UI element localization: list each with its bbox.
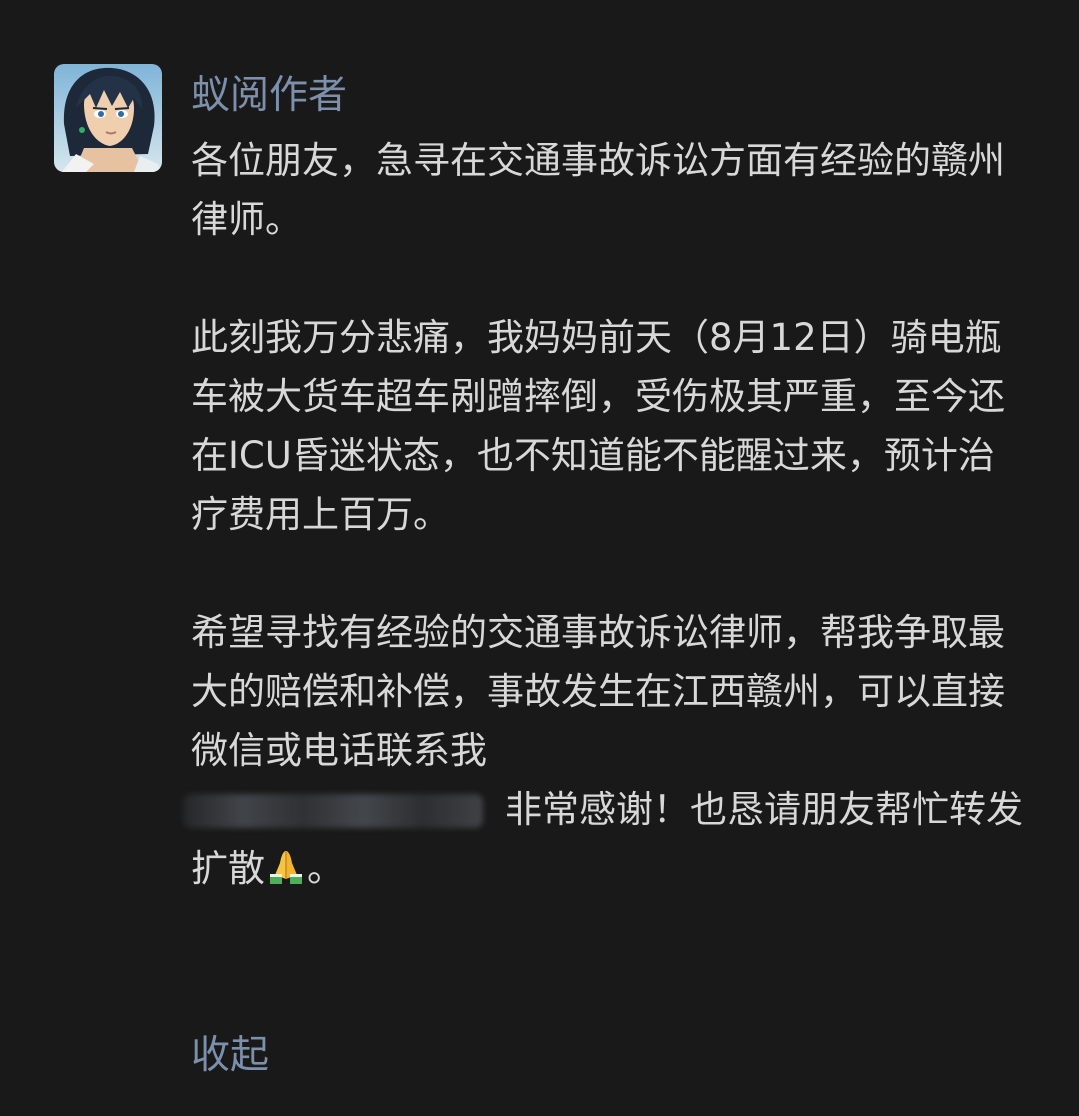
paragraph-request: 各位朋友，急寻在交通事故诉讼方面有经验的赣州律师。 [191, 139, 1005, 241]
paragraph-contact: 希望寻找有经验的交通事故诉讼律师，帮我争取最大的赔偿和补偿，事故发生在江西赣州，… [183, 603, 1031, 902]
folded-hands-icon [265, 843, 307, 902]
post-content: 各位朋友，急寻在交通事故诉讼方面有经验的赣州律师。 此刻我万分悲痛，我妈妈前天（… [183, 131, 1031, 902]
redacted-phone-number [183, 794, 483, 828]
period-text: 。 [307, 847, 344, 890]
avatar-image [54, 64, 162, 172]
contact-text: 希望寻找有经验的交通事故诉讼律师，帮我争取最大的赔偿和补偿，事故发生在江西赣州，… [191, 611, 1005, 772]
paragraph-situation: 此刻我万分悲痛，我妈妈前天（8月12日）骑电瓶车被大货车超车剐蹭摔倒，受伤极其严… [191, 316, 1005, 536]
author-avatar[interactable] [54, 64, 162, 172]
author-name-link[interactable]: 蚁阅作者 [191, 68, 347, 124]
collapse-button[interactable]: 收起 [191, 1028, 269, 1084]
